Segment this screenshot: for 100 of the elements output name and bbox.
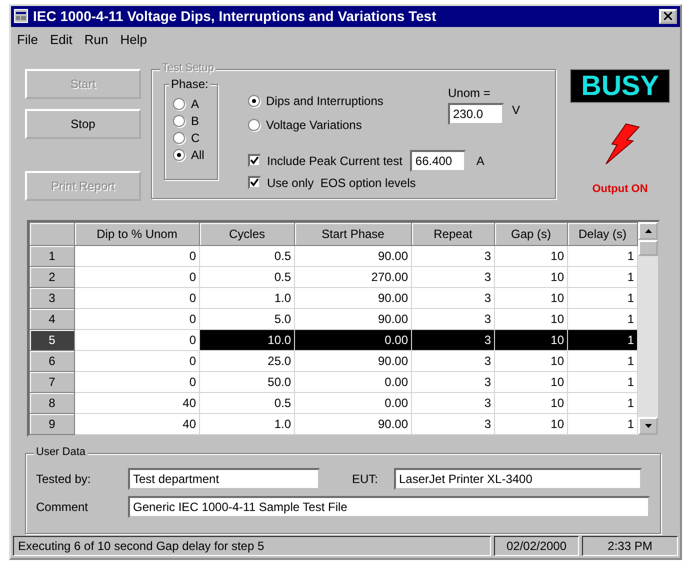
unom-label: Unom = <box>448 86 492 100</box>
table-cell: 1 <box>568 287 638 308</box>
menu-item[interactable]: File <box>17 32 38 47</box>
table-cell: 0.00 <box>294 392 412 414</box>
down-arrow-icon <box>644 424 652 428</box>
close-icon <box>664 12 672 20</box>
table-cell: 90.00 <box>294 413 412 434</box>
table-cell: 1 <box>568 308 638 330</box>
table-cell: 90.00 <box>294 245 412 266</box>
app-icon <box>14 9 28 24</box>
status-pane: Executing 6 of 10 second Gap delay for step 5 <box>13 536 491 556</box>
output-status: Output ON <box>592 182 648 195</box>
table-cell: 0 <box>74 371 200 392</box>
table-cell: 1 <box>568 266 638 288</box>
radio-label: Dips and Interruptions <box>266 94 384 108</box>
row-header[interactable]: 9 <box>30 413 74 434</box>
table-cell: 90.00 <box>294 350 412 372</box>
table-cell: 1.0 <box>200 287 294 308</box>
table-cell: 10 <box>494 371 568 392</box>
table-cell: 40 <box>74 392 200 414</box>
radio-label: B <box>191 114 200 128</box>
table-cell: 1 <box>568 371 638 392</box>
row-header[interactable]: 4 <box>30 308 74 330</box>
unit-label: V <box>512 102 520 117</box>
column-header[interactable]: Dip to % Unom <box>74 222 200 246</box>
checkbox-label: Use only EOS option levels <box>267 176 416 190</box>
table-cell: 0 <box>74 245 200 266</box>
row-header[interactable]: 1 <box>30 245 74 266</box>
group-title: Phase: <box>169 76 210 91</box>
table-cell: 3 <box>412 392 494 414</box>
table-cell: 0 <box>74 266 200 288</box>
row-header[interactable]: 5 <box>30 329 74 350</box>
table-cell: 10 <box>494 392 568 414</box>
close-button[interactable] <box>659 8 677 24</box>
up-arrow-icon <box>644 228 652 233</box>
table-cell: 3 <box>412 371 494 392</box>
table-cell: 10 <box>494 266 568 288</box>
table-cell: 90.00 <box>294 287 412 308</box>
scroll-thumb[interactable] <box>638 240 658 256</box>
table-cell: 0 <box>74 329 200 350</box>
row-header[interactable]: 3 <box>30 287 74 308</box>
corner-header <box>30 222 74 246</box>
table-cell: 10 <box>494 245 568 266</box>
menu-item[interactable]: Edit <box>50 32 72 47</box>
table-cell: 0 <box>74 287 200 308</box>
table-cell: 10 <box>494 413 568 434</box>
table-cell: 1.0 <box>200 413 294 434</box>
busy-indicator: BUSY <box>570 68 670 103</box>
column-header[interactable]: Gap (s) <box>494 222 568 246</box>
window-title: IEC 1000-4-11 Voltage Dips, Interruptions and Variations Test <box>33 8 438 24</box>
column-header[interactable]: Cycles <box>200 222 294 246</box>
status-pane: 02/02/2000 <box>494 536 579 556</box>
table-cell: 10 <box>494 329 568 350</box>
row-header[interactable]: 2 <box>30 266 74 288</box>
table-cell: 3 <box>412 266 494 288</box>
tester-field[interactable]: Test department <box>128 468 320 490</box>
table-cell: 1 <box>568 413 638 434</box>
radio-label: A <box>191 96 200 111</box>
table-cell: 40 <box>74 413 200 434</box>
eut-field[interactable]: LaserJet Printer XL-3400 <box>394 468 642 490</box>
column-header[interactable]: Delay (s) <box>568 222 638 246</box>
table-cell: 0.5 <box>200 392 294 414</box>
table-cell: 0.5 <box>200 245 294 266</box>
group-title: Test Setup <box>160 62 216 74</box>
row-header[interactable]: 6 <box>30 350 74 372</box>
comment-field[interactable]: Generic IEC 1000-4-11 Sample Test File <box>128 496 650 518</box>
table-cell: 25.0 <box>200 350 294 372</box>
menu-item[interactable]: Help <box>120 32 147 47</box>
table-cell: 10 <box>494 308 568 330</box>
table-cell: 10 <box>494 350 568 372</box>
table-cell: 1 <box>568 350 638 372</box>
checkbox-label: Include Peak Current test <box>267 154 402 168</box>
table-cell: 10.0 <box>200 329 294 350</box>
column-header[interactable]: Start Phase <box>294 222 412 246</box>
group-title: User Data <box>34 446 88 458</box>
row-header[interactable]: 7 <box>30 371 74 392</box>
table-cell: 0 <box>74 308 200 330</box>
table-cell: 0.00 <box>294 371 412 392</box>
table-cell: 50.0 <box>200 371 294 392</box>
radio-label: Voltage Variations <box>266 118 362 132</box>
vertical-scrollbar[interactable] <box>638 222 658 435</box>
field-label: Comment <box>36 500 90 514</box>
table-cell: 0 <box>74 350 200 372</box>
menu-item[interactable]: Run <box>84 32 108 47</box>
radio-label: C <box>191 130 200 145</box>
table-cell: 10 <box>494 287 568 308</box>
radio-label: All <box>191 148 204 162</box>
table-cell: 3 <box>412 413 494 434</box>
action-button[interactable]: Stop <box>25 108 141 139</box>
row-header[interactable]: 8 <box>30 392 74 414</box>
unit-label: A <box>476 154 484 168</box>
table-cell: 90.00 <box>294 308 412 330</box>
status-pane: 2:33 PM <box>582 536 678 556</box>
table-cell: 0.5 <box>200 266 294 288</box>
column-header[interactable]: Repeat <box>412 222 494 246</box>
table-cell: 1 <box>568 392 638 414</box>
field-label: Tested by: <box>36 472 92 486</box>
table-cell: 0.00 <box>294 329 412 350</box>
table-cell: 3 <box>412 329 494 350</box>
table-cell: 3 <box>412 287 494 308</box>
